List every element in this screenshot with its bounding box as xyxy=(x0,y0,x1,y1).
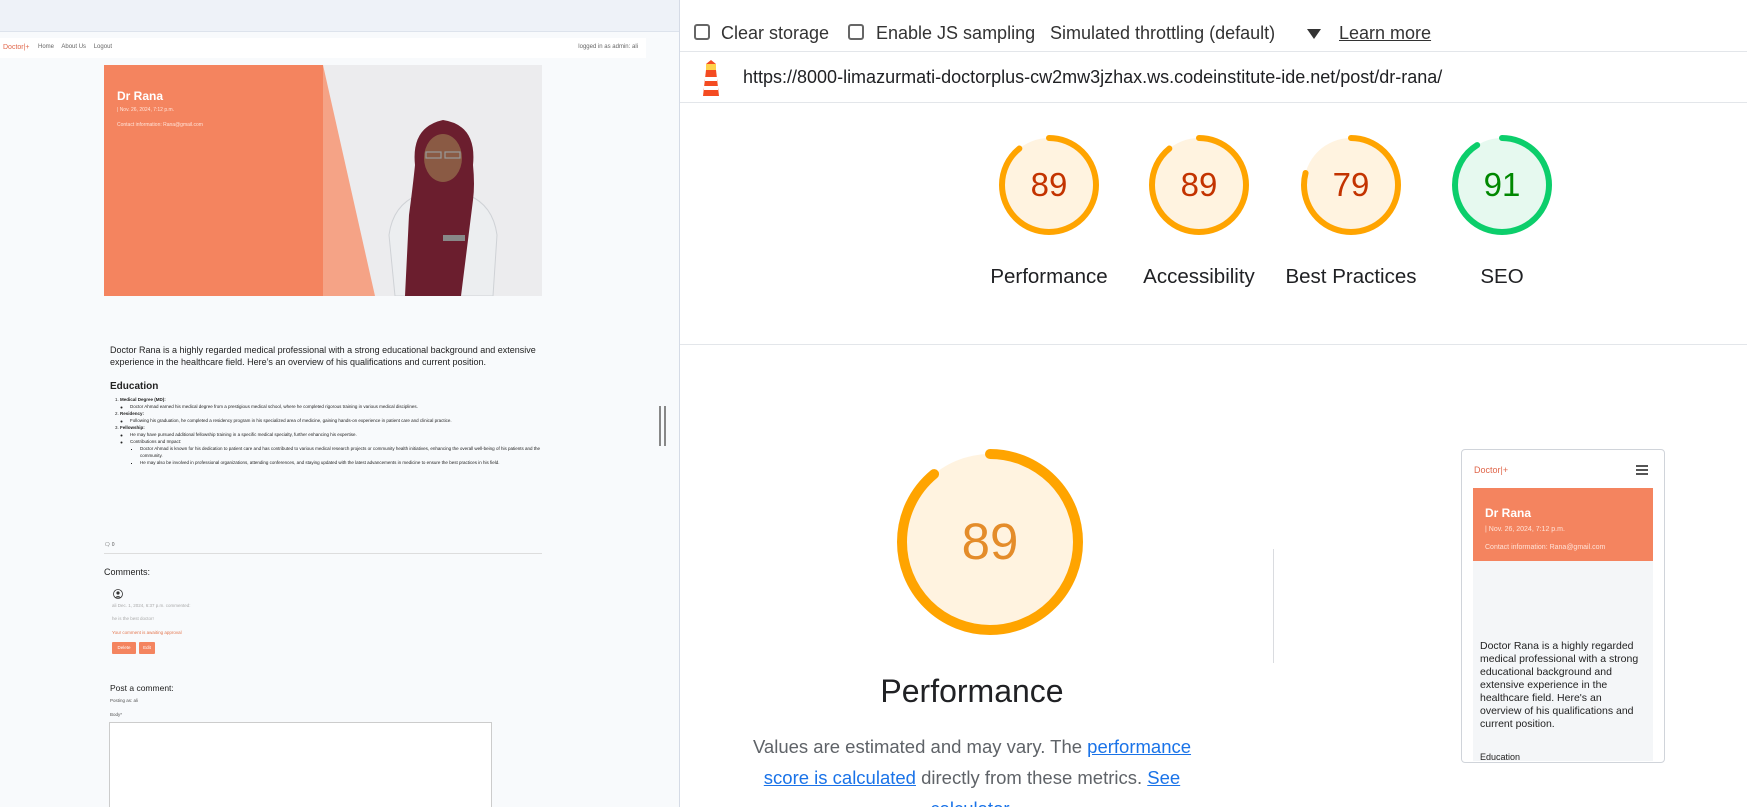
section-divider xyxy=(680,344,1747,345)
comments-heading: Comments: xyxy=(104,567,151,577)
user-avatar-icon xyxy=(113,589,123,599)
hamburger-menu-icon xyxy=(1636,465,1648,475)
thumb-intro: Doctor Rana is a highly regarded medical… xyxy=(1480,640,1639,730)
post-comment-heading: Post a comment: xyxy=(110,683,174,693)
site-brand-logo[interactable]: Doctor|+ xyxy=(3,44,30,51)
thumb-contact: Contact information: Rana@gmail.com xyxy=(1485,544,1606,551)
score-value: 91 xyxy=(1483,166,1521,203)
site-nav-links: Home About Us Logout xyxy=(38,44,118,50)
score-gauge-performance[interactable]: 89 Performance xyxy=(990,133,1108,288)
score-value: 79 xyxy=(1332,166,1370,203)
education-item-text: He may have pursued additional fellowshi… xyxy=(130,431,540,438)
thumb-education: Education xyxy=(1480,752,1521,762)
education-item: Residency: Following his graduation, he … xyxy=(120,410,540,424)
post-hero: Dr Rana | Nov. 26, 2024, 7:12 p.m. Conta… xyxy=(104,65,542,296)
clear-storage-checkbox[interactable] xyxy=(694,24,710,40)
thumb-brand: Doctor|+ xyxy=(1474,465,1509,475)
site-navbar: Doctor|+ Home About Us Logout logged in … xyxy=(0,38,646,58)
education-item-title: Medical Degree (MD): xyxy=(120,397,166,402)
thumb-title: Dr Rana xyxy=(1485,506,1532,520)
enable-js-sampling-label[interactable]: Enable JS sampling xyxy=(876,23,1035,44)
nav-link-logout[interactable]: Logout xyxy=(94,44,112,50)
contributions-heading: Contributions and Impact: xyxy=(130,438,540,445)
lighthouse-report-pane: Clear storage Enable JS sampling Simulat… xyxy=(679,0,1747,807)
education-item-text: Following his graduation, he completed a… xyxy=(130,417,540,424)
contribution-item: He may also be involved in professional … xyxy=(140,459,540,466)
article-intro: Doctor Rana is a highly regarded medical… xyxy=(110,345,536,367)
login-status: logged in as admin: ali xyxy=(578,44,638,50)
score-label: SEO xyxy=(1480,265,1524,288)
score-gauge-seo[interactable]: 91 SEO xyxy=(1450,133,1554,288)
lighthouse-icon xyxy=(703,60,719,96)
posting-as-label: Posting as: ali xyxy=(110,698,139,703)
comment-meta: ali Dec. 1, 2024, 6:37 p.m. commented: xyxy=(112,603,191,608)
page-screenshot-thumbnail[interactable]: Doctor|+ Dr Rana | Nov. 26, 2024, 7:12 p… xyxy=(1461,449,1665,763)
post-article: Doctor Rana is a highly regarded medical… xyxy=(110,345,540,466)
comment-count-icon: 🗨 xyxy=(104,542,111,548)
doctor-portrait-image xyxy=(323,65,542,296)
thumb-hero: Dr Rana | Nov. 26, 2024, 7:12 p.m. Conta… xyxy=(1473,488,1653,561)
comment-body-label: Body* xyxy=(110,712,123,717)
perf-desc-text: Values are estimated and may vary. The xyxy=(752,736,1088,757)
post-date: | Nov. 26, 2024, 7:12 p.m. xyxy=(117,107,175,113)
vertical-divider xyxy=(1273,549,1274,663)
thumb-date: | Nov. 26, 2024, 7:12 p.m. xyxy=(1485,526,1565,533)
comment-body-textarea[interactable] xyxy=(109,722,492,807)
performance-description: Values are estimated and may vary. The p… xyxy=(729,731,1215,807)
delete-comment-button[interactable]: Delete xyxy=(112,642,136,654)
throttling-select[interactable]: Simulated throttling (default) xyxy=(1050,23,1275,44)
edit-comment-button[interactable]: Edit xyxy=(139,642,155,654)
performance-big-score: 89 xyxy=(961,513,1019,570)
perf-desc-text: directly from these metrics. xyxy=(915,767,1148,788)
education-item-title: Fellowship: xyxy=(120,425,145,430)
pane-resize-handle[interactable] xyxy=(659,406,667,446)
education-item: Medical Degree (MD): Doctor Ahmad earned… xyxy=(120,396,540,410)
score-gauge-accessibility[interactable]: 89 Accessibility xyxy=(1143,133,1255,288)
post-title: Dr Rana xyxy=(117,89,164,103)
score-gauge-best-practices[interactable]: 79 Best Practices xyxy=(1285,133,1417,288)
enable-js-sampling-checkbox[interactable] xyxy=(848,24,864,40)
audited-url: https://8000-limazurmati-doctorplus-cw2m… xyxy=(743,67,1443,87)
education-item: Fellowship: He may have pursued addition… xyxy=(120,424,540,466)
education-item-text: Doctor Ahmad earned his medical degree f… xyxy=(130,403,540,410)
performance-section-title: Performance xyxy=(880,673,1064,709)
likes-count[interactable]: 🗨 0 xyxy=(104,542,115,548)
learn-more-link[interactable]: Learn more xyxy=(1339,23,1431,44)
education-item-title: Residency: xyxy=(120,411,145,416)
score-value: 89 xyxy=(1180,166,1218,203)
score-value: 89 xyxy=(1030,166,1068,203)
likes-value: 0 xyxy=(111,542,115,548)
audited-url-row: https://8000-limazurmati-doctorplus-cw2m… xyxy=(680,53,1747,103)
comment-body: he is the best doctor! xyxy=(112,616,154,621)
hero-color-panel: Dr Rana | Nov. 26, 2024, 7:12 p.m. Conta… xyxy=(104,65,323,296)
lighthouse-options-bar: Clear storage Enable JS sampling Simulat… xyxy=(680,12,1747,52)
chevron-down-icon[interactable] xyxy=(1307,29,1321,39)
comment-awaiting-approval: Your comment is awaiting approval xyxy=(112,630,182,635)
website-preview-pane: Doctor|+ Home About Us Logout logged in … xyxy=(0,0,679,807)
preview-top-strip xyxy=(0,0,679,32)
nav-link-home[interactable]: Home xyxy=(38,44,54,50)
education-list: Medical Degree (MD): Doctor Ahmad earned… xyxy=(120,396,540,466)
education-heading: Education xyxy=(110,381,159,392)
nav-link-about[interactable]: About Us xyxy=(61,44,86,50)
divider xyxy=(104,553,542,554)
contribution-item: Doctor Ahmad is known for his dedication… xyxy=(140,445,540,459)
performance-big-gauge: 89 xyxy=(892,444,1088,640)
post-contact: Contact information: Rana@gmail.com xyxy=(117,122,203,128)
clear-storage-label[interactable]: Clear storage xyxy=(721,23,829,44)
